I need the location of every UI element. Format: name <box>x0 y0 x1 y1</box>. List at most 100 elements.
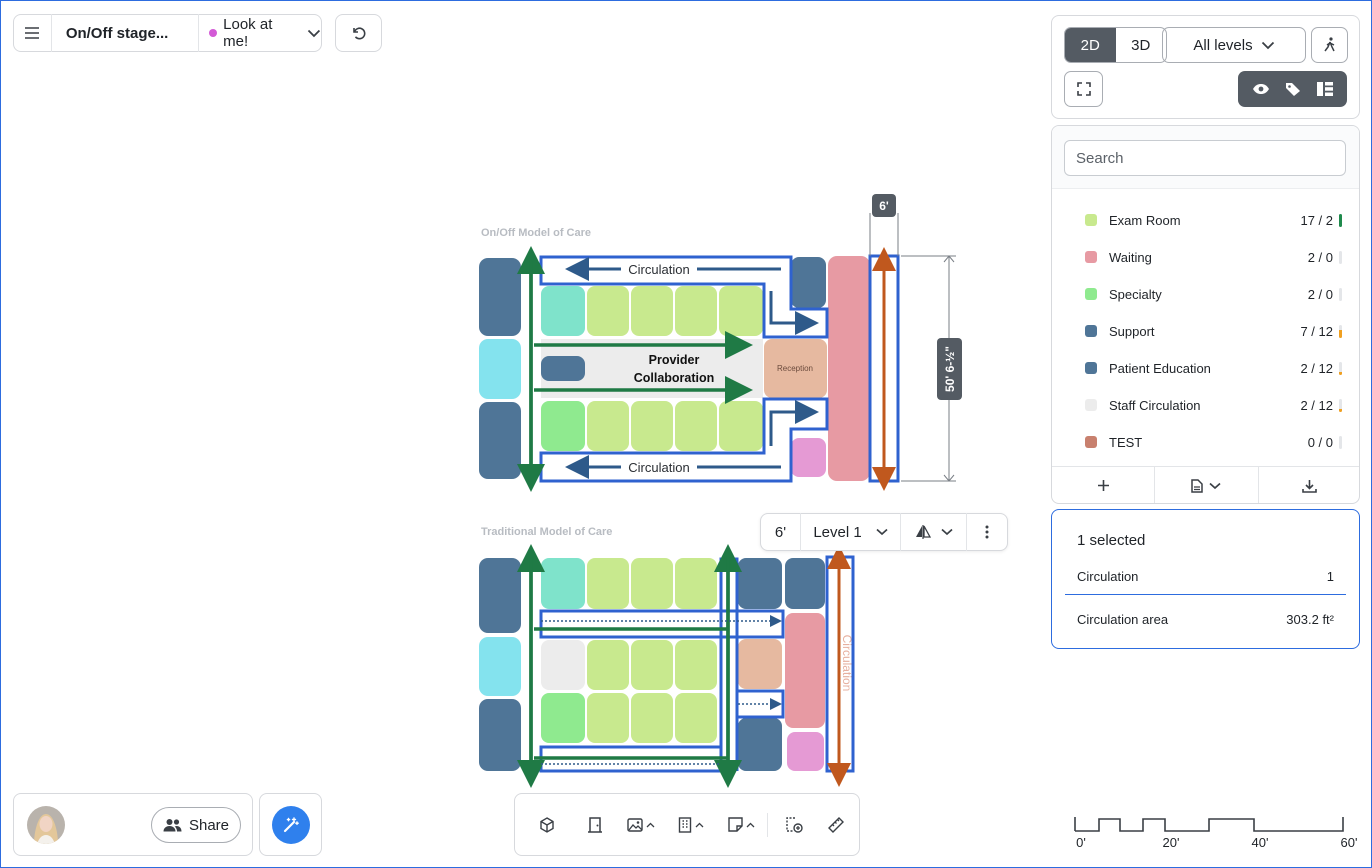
level-dropdown[interactable]: Level 1 <box>801 513 901 551</box>
tags-button[interactable] <box>1285 82 1302 97</box>
legend-item[interactable]: Staff Circulation 2 / 12 <box>1052 393 1359 417</box>
sticky-note-tool[interactable] <box>721 805 761 845</box>
floor-plan-drawing[interactable]: On/Off Model of Care Provider Collaborat… <box>471 191 1011 791</box>
exam-room[interactable] <box>719 401 763 451</box>
exam-room[interactable] <box>675 640 717 690</box>
levels-dropdown[interactable]: All levels <box>1162 27 1306 63</box>
exam-room[interactable] <box>587 286 629 336</box>
undo-icon <box>352 27 365 40</box>
legend-item-name: Exam Room <box>1109 212 1181 228</box>
specialty-room[interactable] <box>541 401 585 451</box>
waiting-room[interactable] <box>828 256 870 481</box>
walkthrough-button[interactable] <box>1311 27 1348 63</box>
more-options-button[interactable] <box>967 513 1007 551</box>
visibility-button[interactable] <box>1252 83 1270 95</box>
mode-3d-button[interactable]: 3D <box>1116 28 1167 62</box>
plan-canvas[interactable]: On/Off Model of Care Provider Collaborat… <box>471 191 1011 791</box>
patient-education-room[interactable] <box>479 339 521 399</box>
support-room[interactable] <box>541 356 585 381</box>
exam-room[interactable] <box>587 401 629 451</box>
legend-item-count: 0 / 0 <box>1307 434 1333 450</box>
support-room[interactable] <box>479 699 521 771</box>
dimension-field[interactable]: 6' <box>761 513 801 551</box>
project-title[interactable]: On/Off stage... <box>52 14 200 52</box>
chevron-up-icon <box>746 822 754 827</box>
exam-room[interactable] <box>719 286 763 336</box>
support-room[interactable] <box>479 258 521 336</box>
waiting-room[interactable] <box>785 613 825 728</box>
color-swatch-icon <box>1085 251 1097 263</box>
specialty-room[interactable] <box>541 693 585 743</box>
legend-item[interactable]: Support 7 / 12 <box>1052 319 1359 343</box>
exam-room[interactable] <box>587 693 629 743</box>
door-icon <box>588 816 602 833</box>
legend-search-input[interactable] <box>1064 140 1346 176</box>
legend-item[interactable]: Exam Room 17 / 2 <box>1052 208 1359 232</box>
legend-item[interactable]: Waiting 2 / 0 <box>1052 245 1359 269</box>
support-room[interactable] <box>738 718 782 771</box>
collaboration-label: Collaboration <box>634 371 715 385</box>
support-room[interactable] <box>479 402 521 479</box>
level-label: Level 1 <box>813 523 862 541</box>
magic-wand-button[interactable] <box>272 806 310 844</box>
flip-dropdown[interactable] <box>901 513 967 551</box>
exam-room[interactable] <box>631 401 673 451</box>
circulation-label: Circulation <box>628 460 689 475</box>
exam-room[interactable] <box>587 640 629 690</box>
mode-2d-button[interactable]: 2D <box>1065 28 1116 62</box>
reception-room[interactable] <box>738 639 782 689</box>
status-dropdown[interactable]: Look at me! <box>199 14 321 52</box>
legend-item-name: Waiting <box>1109 249 1152 265</box>
layout-button[interactable] <box>1317 82 1334 96</box>
color-swatch-icon <box>1085 325 1097 337</box>
selection-area-value: 303.2 ft² <box>1286 612 1334 627</box>
support-room[interactable] <box>791 257 826 308</box>
support-room[interactable] <box>479 558 521 633</box>
exam-room[interactable] <box>675 693 717 743</box>
block-tool[interactable] <box>533 805 561 845</box>
download-button[interactable] <box>1259 467 1359 503</box>
test-room[interactable] <box>787 732 824 771</box>
menu-button[interactable] <box>14 14 52 52</box>
document-menu-button[interactable] <box>1155 467 1259 503</box>
exam-room[interactable] <box>631 558 673 609</box>
exam-room[interactable] <box>631 640 673 690</box>
legend-item[interactable]: TEST 0 / 0 <box>1052 430 1359 454</box>
undo-button[interactable] <box>335 14 382 52</box>
exam-room[interactable] <box>587 558 629 609</box>
test-room[interactable] <box>791 438 826 477</box>
exam-room[interactable] <box>675 401 717 451</box>
image-tool[interactable] <box>621 805 661 845</box>
exam-room[interactable] <box>631 693 673 743</box>
support-room[interactable] <box>785 558 825 609</box>
chevron-down-icon <box>940 528 953 536</box>
patient-education-room[interactable] <box>479 637 521 696</box>
display-options-group <box>1238 71 1347 107</box>
measure-tool[interactable] <box>820 805 852 845</box>
legend-item[interactable]: Patient Education 2 / 12 <box>1052 356 1359 380</box>
legend-progress-bar <box>1339 287 1342 301</box>
view-toolbar: 2D 3D All levels <box>1051 15 1360 119</box>
fullscreen-button[interactable] <box>1064 71 1103 107</box>
staff-circulation-room[interactable] <box>541 640 585 690</box>
avatar[interactable] <box>27 806 65 844</box>
ruler-icon <box>828 816 844 833</box>
exam-room[interactable] <box>675 558 717 609</box>
download-icon <box>1302 479 1318 493</box>
building-tool[interactable] <box>671 805 711 845</box>
support-room[interactable] <box>738 558 782 609</box>
specialty-room[interactable] <box>541 558 585 609</box>
exam-room[interactable] <box>675 286 717 336</box>
add-program-button[interactable] <box>1052 467 1156 503</box>
exam-room[interactable] <box>631 286 673 336</box>
legend-item[interactable]: Specialty 2 / 0 <box>1052 282 1359 306</box>
add-selection-tool[interactable] <box>778 805 810 845</box>
circulation-zone[interactable] <box>539 609 723 639</box>
hamburger-icon <box>25 27 40 39</box>
door-tool[interactable] <box>575 805 615 845</box>
cube-icon <box>540 816 554 833</box>
share-button[interactable]: Share <box>151 807 241 843</box>
chevron-down-icon <box>1209 482 1222 489</box>
height-dimension-label: 50' 6-½" <box>943 346 957 392</box>
specialty-room[interactable] <box>541 286 585 336</box>
